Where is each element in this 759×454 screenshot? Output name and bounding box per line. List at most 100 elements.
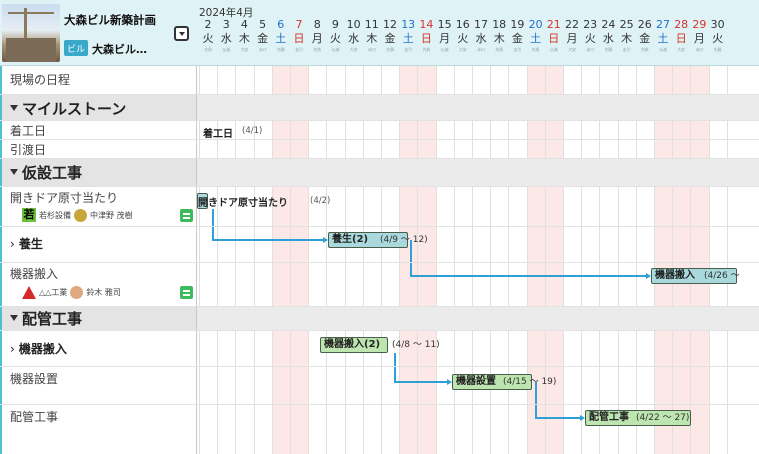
day-number: 30 bbox=[710, 18, 725, 31]
piping-works-label: 配管工事 bbox=[22, 310, 83, 328]
task-piping-label: 配管工事 bbox=[589, 412, 629, 423]
day-rokuyo: 先勝 bbox=[276, 47, 285, 52]
project-header: 大森ビル新築計画 ビル 大森ビル… bbox=[0, 0, 197, 66]
gantt-app: 大森ビル新築計画 ビル 大森ビル… 2024年4月 2 火先負 3 水仏滅 4 木大安 5 金… bbox=[0, 0, 759, 454]
project-subtitle[interactable]: 大森ビル… bbox=[92, 41, 147, 57]
milestone-start-label[interactable]: 着工日 bbox=[203, 125, 233, 140]
equip-in-group-text: 機器搬入 bbox=[18, 342, 67, 356]
day-rokuyo: 仏滅 bbox=[331, 47, 340, 52]
section-milestones[interactable]: マイルストーン bbox=[0, 94, 759, 120]
crane-jib bbox=[8, 12, 54, 14]
equip-in-group-label: › 機器搬入 bbox=[10, 340, 67, 357]
curing-group-label: › 養生 bbox=[10, 235, 43, 252]
calendar-day: 29 月赤口 bbox=[690, 18, 708, 64]
day-rokuyo: 先負 bbox=[531, 47, 540, 52]
calendar-day: 9 火仏滅 bbox=[326, 18, 344, 64]
piping-label[interactable]: 配管工事 bbox=[10, 408, 58, 425]
day-rokuyo: 赤口 bbox=[477, 47, 485, 52]
day-rokuyo: 仏滅 bbox=[222, 47, 230, 52]
day-weekday: 火 bbox=[457, 32, 469, 45]
calendar-day: 14 日先負 bbox=[417, 18, 435, 64]
day-weekday: 木 bbox=[621, 32, 633, 45]
row-label: 引渡日 bbox=[0, 139, 197, 158]
day-number: 9 bbox=[331, 18, 339, 31]
row-site-schedule: 現場の日程 bbox=[0, 66, 759, 94]
day-rokuyo: 大安 bbox=[677, 47, 685, 52]
calendar-day: 19 金友引 bbox=[508, 18, 526, 64]
chevron-right-icon[interactable]: › bbox=[10, 237, 15, 251]
equip-in-label[interactable]: 機器搬入 bbox=[10, 265, 58, 282]
row-door-fit: 開きドア原寸当たり 若 若杉設備 中津野 茂樹 bbox=[0, 186, 759, 226]
row-label: 着工日 bbox=[0, 120, 197, 139]
company-name: △△工業 bbox=[39, 288, 68, 297]
day-rokuyo: 先負 bbox=[640, 47, 649, 52]
day-rokuyo: 大安 bbox=[568, 47, 576, 52]
task-bar-equip-in-group[interactable]: 機器搬入(2) bbox=[320, 337, 388, 353]
day-weekday: 土 bbox=[530, 32, 542, 45]
chevron-right-icon[interactable]: › bbox=[10, 342, 15, 356]
row-divider bbox=[0, 330, 759, 331]
calendar-day: 27 土仏滅 bbox=[654, 18, 672, 64]
task-curing-label: 養生(2) bbox=[332, 234, 369, 245]
equip-install-label[interactable]: 機器設置 bbox=[10, 370, 58, 387]
chevron-down-icon[interactable] bbox=[174, 26, 189, 41]
task-door-fit-range: (4/2) bbox=[310, 196, 331, 206]
day-weekday: 木 bbox=[366, 32, 378, 45]
calendar-day: 13 土友引 bbox=[399, 18, 417, 64]
company-logo-icon: 若 bbox=[22, 208, 36, 222]
day-weekday: 月 bbox=[693, 32, 705, 45]
caret-down-icon[interactable] bbox=[10, 104, 18, 111]
dependency-link bbox=[212, 209, 214, 240]
calendar-day: 24 水先勝 bbox=[599, 18, 617, 64]
row-label: 配管工事 bbox=[0, 404, 197, 454]
day-weekday: 金 bbox=[639, 32, 651, 45]
day-rokuyo: 先勝 bbox=[604, 47, 613, 52]
day-rokuyo: 赤口 bbox=[586, 47, 594, 52]
day-rokuyo: 友引 bbox=[404, 47, 412, 52]
task-door-fit-label[interactable]: 開きドア原寸当たり bbox=[198, 194, 288, 209]
door-fit-label[interactable]: 開きドア原寸当たり bbox=[10, 189, 118, 206]
day-weekday: 金 bbox=[511, 32, 523, 45]
day-weekday: 水 bbox=[475, 32, 487, 45]
day-rokuyo: 大安 bbox=[349, 47, 358, 52]
calendar-day: 18 木先勝 bbox=[490, 18, 508, 64]
section-temp-works[interactable]: 仮設工事 bbox=[0, 158, 759, 186]
caret-down-icon[interactable] bbox=[10, 168, 18, 175]
calendar-day: 25 木友引 bbox=[618, 18, 636, 64]
day-number: 3 bbox=[222, 18, 230, 31]
day-rokuyo: 先負 bbox=[422, 47, 431, 52]
project-title: 大森ビル新築計画 bbox=[64, 13, 156, 27]
section-piping-works[interactable]: 配管工事 bbox=[0, 306, 759, 330]
day-number: 17 bbox=[474, 18, 488, 31]
day-weekday: 金 bbox=[384, 32, 396, 45]
dependency-link bbox=[410, 275, 646, 277]
temp-works-label: 仮設工事 bbox=[22, 164, 83, 182]
company-name: 若杉設備 bbox=[39, 210, 71, 220]
caret-down-icon[interactable] bbox=[10, 314, 18, 321]
day-weekday: 日 bbox=[293, 32, 305, 45]
day-rokuyo: 先勝 bbox=[386, 47, 394, 52]
calendar-day: 5 金赤口 bbox=[254, 18, 272, 64]
row-divider bbox=[0, 306, 759, 307]
day-weekday: 木 bbox=[493, 32, 505, 45]
start-label: 着工日 bbox=[10, 124, 47, 138]
memo-icon[interactable] bbox=[180, 209, 193, 222]
day-rokuyo: 仏滅 bbox=[549, 47, 558, 52]
building-shape bbox=[6, 38, 56, 62]
row-label: 機器搬入 △△工業 鈴木 雅司 bbox=[0, 262, 197, 306]
arrow-right-icon bbox=[646, 273, 651, 279]
calendar-day: 17 水赤口 bbox=[472, 18, 490, 64]
day-number: 14 bbox=[419, 18, 434, 31]
day-number: 8 bbox=[313, 18, 321, 31]
person-name: 鈴木 雅司 bbox=[86, 288, 121, 297]
calendar-day: 16 火大安 bbox=[454, 18, 472, 64]
row-divider bbox=[0, 226, 759, 227]
calendar-day: 28 日大安 bbox=[672, 18, 690, 64]
memo-icon[interactable] bbox=[180, 286, 193, 299]
day-number: 20 bbox=[528, 18, 543, 31]
day-weekday: 日 bbox=[420, 32, 432, 45]
project-photo bbox=[2, 4, 60, 62]
arrow-right-icon bbox=[323, 237, 328, 243]
row-equip-install: 機器設置 bbox=[0, 366, 759, 404]
day-rokuyo: 先負 bbox=[313, 47, 321, 52]
